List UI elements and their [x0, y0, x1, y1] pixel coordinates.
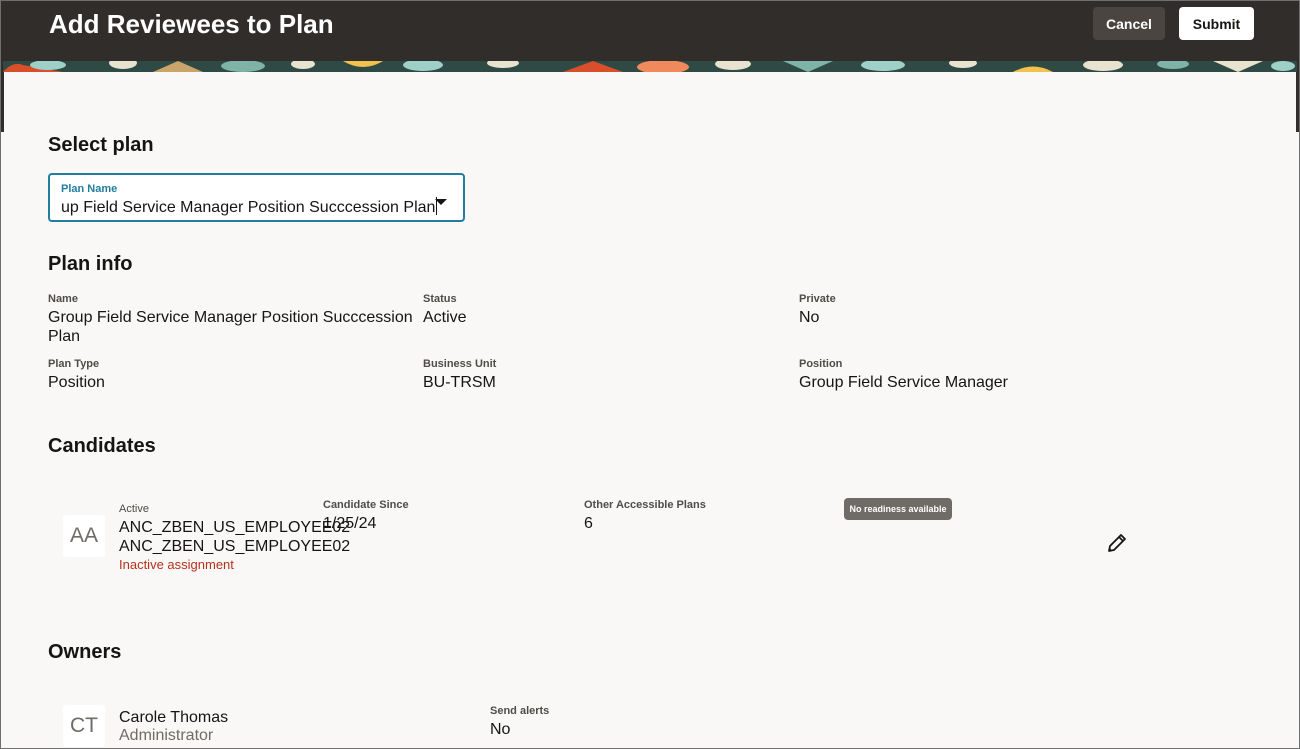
candidate-status: Active — [119, 503, 149, 515]
pencil-icon[interactable] — [1106, 532, 1128, 559]
send-alerts-value: No — [490, 721, 511, 738]
header-left-edge — [1, 72, 4, 132]
page-title: Add Reviewees to Plan — [49, 9, 334, 39]
status-value: Active — [423, 309, 467, 326]
plan-name-info-label: Name — [48, 293, 78, 305]
candidate-name-line2[interactable]: ANC_ZBEN_US_EMPLOYEE02 — [119, 537, 350, 556]
page-frame — [0, 0, 1300, 749]
owner-name[interactable]: Carole Thomas — [119, 708, 228, 727]
business-unit-value: BU-TRSM — [423, 374, 496, 391]
candidate-name-line1[interactable]: ANC_ZBEN_US_EMPLOYEE02 — [119, 518, 350, 537]
plan-name-info-value-line1: Group Field Service Manager Position Suc… — [48, 309, 413, 326]
other-plans-label: Other Accessible Plans — [584, 499, 706, 511]
plan-name-label: Plan Name — [61, 183, 118, 195]
page-header: Add Reviewees to Plan Cancel Submit — [1, 1, 1299, 61]
candidates-heading: Candidates — [48, 435, 156, 457]
plan-type-label: Plan Type — [48, 358, 100, 370]
plan-name-value-wrap[interactable]: up Field Service Manager Position Succce… — [61, 197, 438, 217]
submit-button[interactable]: Submit — [1179, 7, 1254, 40]
send-alerts-label: Send alerts — [490, 705, 550, 717]
private-value: No — [799, 309, 820, 326]
plan-info-heading: Plan info — [48, 253, 133, 275]
business-unit-label: Business Unit — [423, 358, 497, 370]
other-plans-value: 6 — [584, 515, 593, 532]
private-label: Private — [799, 293, 836, 305]
avatar: AA — [63, 515, 105, 557]
owners-heading: Owners — [48, 641, 122, 663]
plan-name-value[interactable]: up Field Service Manager Position Succce… — [61, 199, 435, 216]
plan-type-value: Position — [48, 374, 105, 391]
header-right-edge — [1296, 72, 1299, 132]
plan-name-info-value-line2: Plan — [48, 328, 81, 345]
decorative-banner — [1, 61, 1299, 72]
plan-name-select[interactable]: Plan Name up Field Service Manager Posit… — [48, 173, 465, 222]
cancel-button[interactable]: Cancel — [1093, 7, 1165, 40]
avatar: CT — [63, 705, 105, 747]
candidate-since-label: Candidate Since — [323, 499, 409, 511]
readiness-badge: No readiness available — [844, 498, 952, 520]
candidate-since-value: 1/25/24 — [323, 515, 377, 532]
position-value: Group Field Service Manager — [799, 374, 1008, 391]
status-label: Status — [423, 293, 457, 305]
inactive-assignment-text: Inactive assignment — [119, 557, 234, 572]
position-label: Position — [799, 358, 843, 370]
owner-role: Administrator — [119, 727, 214, 744]
chevron-down-icon[interactable] — [434, 193, 448, 211]
select-plan-heading: Select plan — [48, 134, 154, 156]
